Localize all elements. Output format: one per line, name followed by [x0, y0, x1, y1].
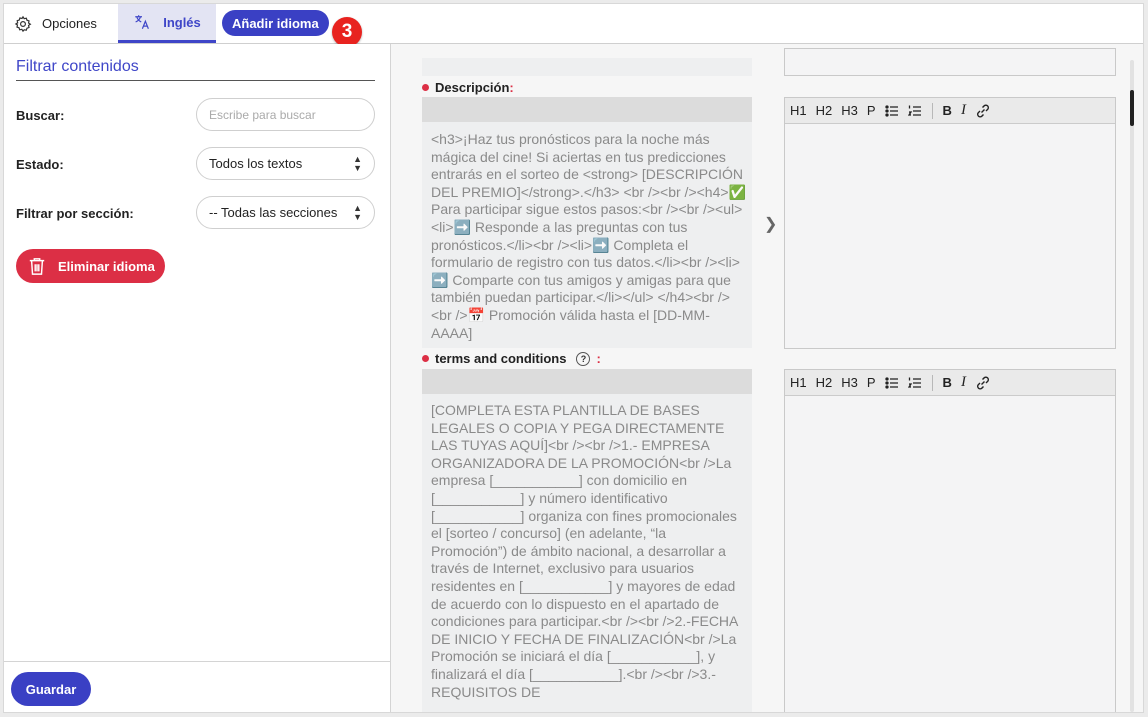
help-icon[interactable]: ? — [576, 351, 591, 366]
italic-button[interactable]: I — [961, 102, 966, 119]
search-label: Buscar: — [16, 108, 65, 123]
numbered-list-icon[interactable] — [907, 104, 922, 118]
status-select-value: Todos los textos — [209, 156, 303, 171]
link-icon[interactable] — [975, 103, 991, 119]
chevron-right-icon[interactable]: ❯ — [764, 214, 777, 234]
previous-editor[interactable] — [784, 48, 1116, 76]
h2-button[interactable]: H2 — [816, 103, 833, 118]
h3-button[interactable]: H3 — [841, 103, 858, 118]
tab-language-label: Inglés — [163, 14, 201, 30]
add-language-button[interactable]: Añadir idioma — [222, 10, 329, 36]
status-select[interactable]: Todos los textos ▲ ▼ — [196, 147, 375, 180]
delete-language-button[interactable]: Eliminar idioma — [16, 249, 165, 283]
tab-language-english[interactable]: Inglés — [118, 4, 216, 43]
sidebar-footer: Guardar — [4, 661, 390, 712]
translation-panel: Descripción: <h3>¡Haz tus pronósticos pa… — [391, 44, 1143, 712]
select-arrows-icon: ▲ ▼ — [353, 153, 362, 173]
h3-button[interactable]: H3 — [841, 375, 858, 390]
previous-source-box — [422, 58, 752, 76]
link-icon[interactable] — [975, 375, 991, 391]
description-editor[interactable]: H1 H2 H3 P B I — [784, 97, 1116, 349]
terms-field-label: terms and conditions ? : — [422, 351, 601, 366]
tab-options-label: Opciones — [42, 16, 97, 31]
save-button[interactable]: Guardar — [11, 672, 91, 706]
editor-toolbar: H1 H2 H3 P B I — [785, 370, 1115, 396]
filter-sidebar: Filtrar contenidos Buscar: Escribe para … — [4, 44, 391, 712]
description-label-text: Descripción — [435, 80, 510, 95]
section-filter-label: Filtrar por sección: — [16, 206, 134, 221]
paragraph-button[interactable]: P — [867, 103, 876, 118]
description-source-text: <h3>¡Haz tus pronósticos para la noche m… — [431, 131, 746, 341]
description-source-header — [422, 97, 752, 122]
callout-badge-3: 3 — [332, 17, 362, 47]
h1-button[interactable]: H1 — [790, 375, 807, 390]
top-bar: Opciones Inglés Añadir idioma — [4, 4, 1143, 44]
terms-label-text: terms and conditions — [435, 351, 567, 366]
search-input[interactable]: Escribe para buscar — [196, 98, 375, 131]
select-arrows-icon: ▲ ▼ — [353, 202, 362, 222]
h1-button[interactable]: H1 — [790, 103, 807, 118]
gear-icon — [14, 15, 32, 32]
translate-icon — [135, 15, 150, 29]
h2-button[interactable]: H2 — [816, 375, 833, 390]
toolbar-divider — [931, 102, 933, 119]
trash-icon — [29, 258, 45, 275]
delete-language-label: Eliminar idioma — [58, 258, 155, 274]
app-window: Opciones Inglés Añadir idioma 3 2 1 Filt… — [3, 3, 1144, 713]
terms-source-header — [422, 369, 752, 394]
section-select[interactable]: -- Todas las secciones ▲ ▼ — [196, 196, 375, 229]
filter-title: Filtrar contenidos — [16, 58, 375, 81]
terms-editor[interactable]: H1 H2 H3 P B I — [784, 369, 1116, 712]
status-label: Estado: — [16, 157, 64, 172]
italic-button[interactable]: I — [961, 374, 966, 391]
bold-button[interactable]: B — [943, 103, 952, 118]
label-colon: : — [596, 351, 601, 366]
paragraph-button[interactable]: P — [867, 375, 876, 390]
toolbar-divider — [931, 374, 933, 391]
search-placeholder: Escribe para buscar — [209, 107, 316, 122]
tab-options[interactable]: Opciones — [14, 4, 97, 43]
bullet-list-icon[interactable] — [884, 104, 899, 118]
scrollbar-thumb[interactable] — [1130, 90, 1134, 126]
section-select-value: -- Todas las secciones — [209, 205, 338, 220]
label-colon: : — [509, 80, 514, 95]
required-dot — [422, 84, 429, 91]
terms-source-text: [COMPLETA ESTA PLANTILLA DE BASES LEGALE… — [431, 402, 742, 700]
bold-button[interactable]: B — [943, 375, 952, 390]
numbered-list-icon[interactable] — [907, 376, 922, 390]
scrollbar-track[interactable] — [1130, 60, 1134, 712]
description-field-label: Descripción: — [422, 80, 514, 95]
bullet-list-icon[interactable] — [884, 376, 899, 390]
editor-toolbar: H1 H2 H3 P B I — [785, 98, 1115, 124]
required-dot — [422, 355, 429, 362]
